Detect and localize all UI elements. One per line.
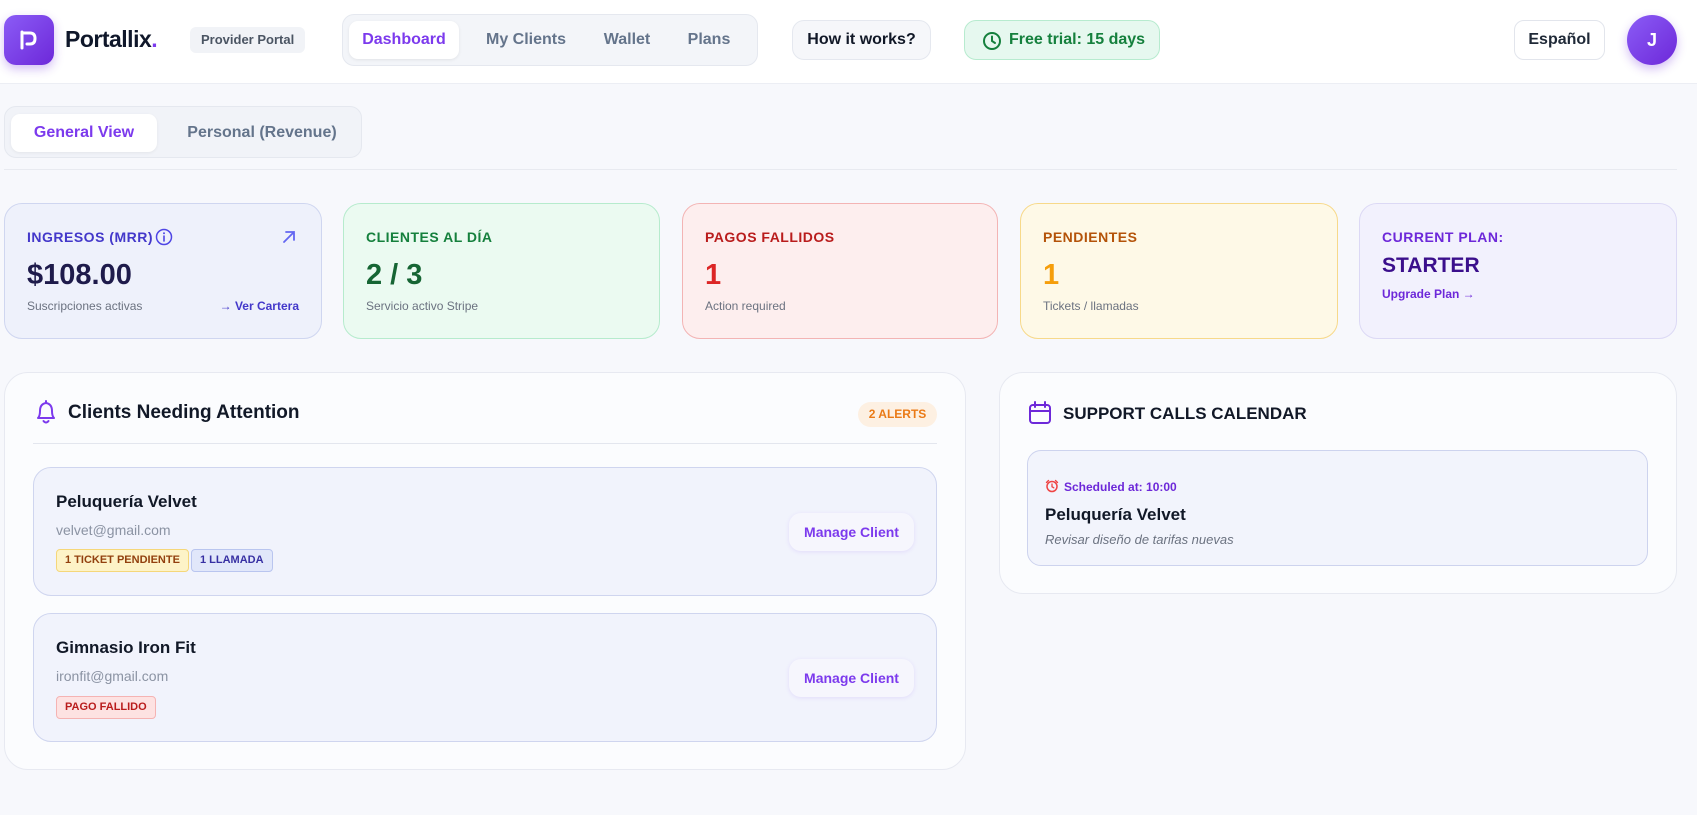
view-portfolio-link[interactable]: → Ver Cartera bbox=[220, 299, 299, 313]
nav-dashboard[interactable]: Dashboard bbox=[349, 21, 459, 59]
calendar-title: SUPPORT CALLS CALENDAR bbox=[1063, 404, 1307, 423]
kpi-failed-subtitle: Action required bbox=[705, 299, 786, 313]
client-email: velvet@gmail.com bbox=[56, 522, 171, 538]
top-header: Portallix. Provider Portal Dashboard My … bbox=[0, 0, 1697, 84]
clock-icon bbox=[983, 32, 1001, 50]
nav-wallet[interactable]: Wallet bbox=[589, 21, 665, 59]
info-icon[interactable] bbox=[155, 228, 173, 246]
status-badge: PAGO FALLIDO bbox=[56, 696, 156, 719]
logo-icon[interactable] bbox=[4, 15, 54, 65]
kpi-mrr-label: INGRESOS (MRR) bbox=[27, 229, 153, 245]
nav-plans[interactable]: Plans bbox=[667, 21, 751, 59]
kpi-plan-value: STARTER bbox=[1382, 254, 1480, 277]
attention-title: Clients Needing Attention bbox=[68, 402, 300, 423]
upgrade-plan-link[interactable]: Upgrade Plan → bbox=[1382, 287, 1475, 301]
kpi-plan-card: CURRENT PLAN: STARTER Upgrade Plan → bbox=[1359, 203, 1677, 339]
tab-general-view[interactable]: General View bbox=[11, 114, 157, 152]
kpi-clients-card: CLIENTES AL DÍA 2 / 3 Servicio activo St… bbox=[343, 203, 660, 339]
calendar-event[interactable]: Scheduled at: 10:00 Peluquería Velvet Re… bbox=[1027, 450, 1648, 566]
brand-name[interactable]: Portallix. bbox=[65, 26, 158, 53]
alarm-clock-icon bbox=[1045, 479, 1059, 493]
how-it-works-button[interactable]: How it works? bbox=[792, 20, 931, 60]
kpi-clients-label: CLIENTES AL DÍA bbox=[366, 229, 493, 245]
client-name: Gimnasio Iron Fit bbox=[56, 638, 196, 657]
kpi-mrr-subtitle: Suscripciones activas bbox=[27, 299, 143, 313]
nav-my-clients[interactable]: My Clients bbox=[467, 21, 585, 59]
client-card[interactable]: Peluquería Velvet velvet@gmail.com 1 TIC… bbox=[33, 467, 937, 596]
client-card[interactable]: Gimnasio Iron Fit ironfit@gmail.com PAGO… bbox=[33, 613, 937, 742]
alerts-badge: 2 ALERTS bbox=[858, 402, 937, 427]
client-email: ironfit@gmail.com bbox=[56, 668, 169, 684]
bell-icon bbox=[37, 400, 55, 424]
kpi-pending-label: PENDIENTES bbox=[1043, 229, 1138, 245]
event-time: Scheduled at: 10:00 bbox=[1064, 480, 1177, 494]
view-tabs: General View Personal (Revenue) bbox=[4, 106, 362, 158]
status-badge: 1 LLAMADA bbox=[191, 549, 273, 572]
status-badge: 1 TICKET PENDIENTE bbox=[56, 549, 189, 572]
client-name: Peluquería Velvet bbox=[56, 492, 197, 511]
kpi-clients-value: 2 / 3 bbox=[366, 259, 423, 291]
tab-personal-revenue[interactable]: Personal (Revenue) bbox=[171, 114, 353, 152]
free-trial-label: Free trial: 15 days bbox=[1009, 31, 1146, 48]
event-description: Revisar diseño de tarifas nuevas bbox=[1045, 532, 1234, 547]
main-nav: Dashboard My Clients Wallet Plans bbox=[342, 14, 758, 66]
kpi-failed-value: 1 bbox=[705, 259, 722, 291]
portal-tag: Provider Portal bbox=[190, 27, 306, 53]
kpi-failed-label: PAGOS FALLIDOS bbox=[705, 229, 835, 245]
manage-client-button[interactable]: Manage Client bbox=[789, 513, 914, 551]
user-avatar[interactable]: J bbox=[1627, 15, 1677, 65]
language-selector[interactable]: Español bbox=[1514, 20, 1605, 60]
kpi-pending-card: PENDIENTES 1 Tickets / llamadas bbox=[1020, 203, 1338, 339]
kpi-mrr-value: $108.00 bbox=[27, 259, 132, 291]
divider bbox=[4, 169, 1677, 170]
calendar-icon bbox=[1029, 401, 1051, 424]
divider bbox=[33, 443, 937, 444]
kpi-plan-label: CURRENT PLAN: bbox=[1382, 229, 1504, 245]
kpi-failed-card: PAGOS FALLIDOS 1 Action required bbox=[682, 203, 998, 339]
event-client-name: Peluquería Velvet bbox=[1045, 505, 1186, 524]
kpi-clients-subtitle: Servicio activo Stripe bbox=[366, 299, 479, 313]
free-trial-badge[interactable]: Free trial: 15 days bbox=[964, 20, 1160, 60]
manage-client-button[interactable]: Manage Client bbox=[789, 659, 914, 697]
kpi-pending-subtitle: Tickets / llamadas bbox=[1043, 299, 1139, 313]
kpi-mrr-card[interactable]: INGRESOS (MRR) $108.00 Suscripciones act… bbox=[4, 203, 322, 339]
kpi-pending-value: 1 bbox=[1043, 259, 1060, 291]
arrow-up-right-icon[interactable] bbox=[281, 229, 297, 245]
